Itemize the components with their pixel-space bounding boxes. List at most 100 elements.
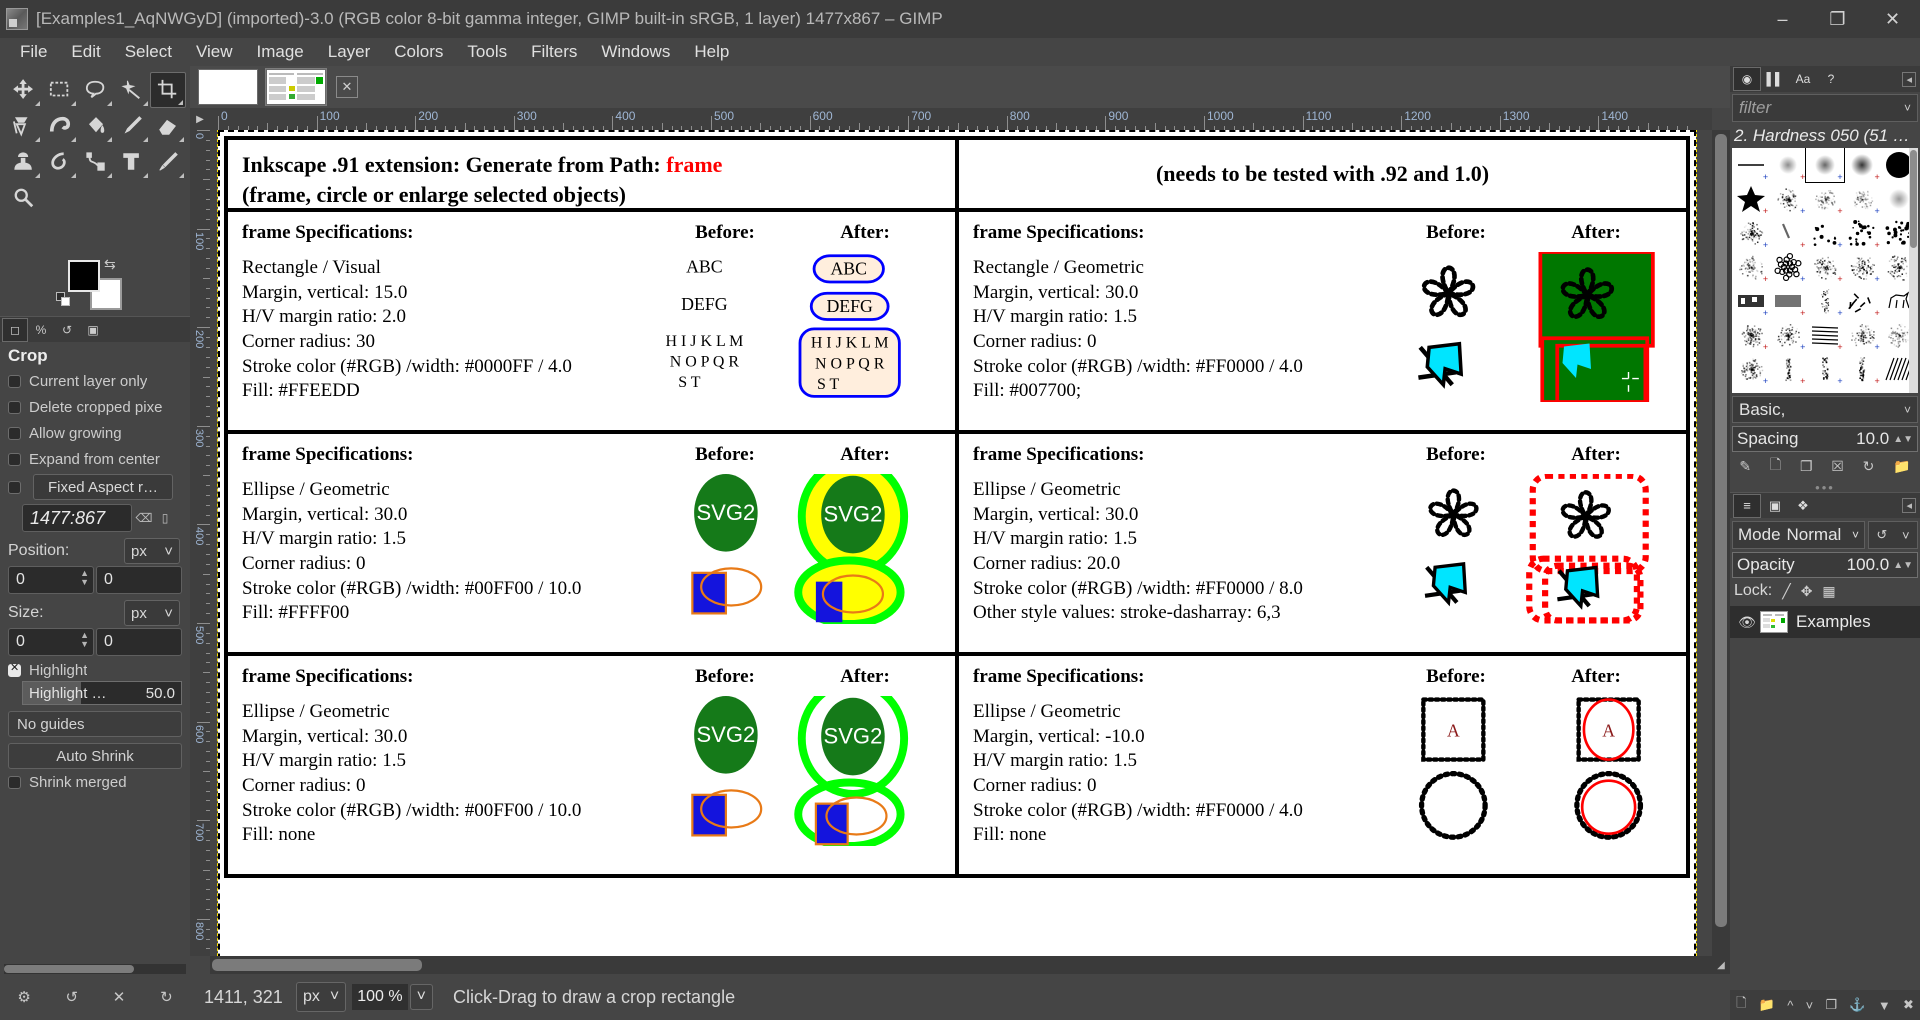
patterns-tab[interactable]: ▌▌ [1761, 67, 1789, 91]
highlight-opacity-slider[interactable]: Highlight … 50.0 [22, 681, 182, 705]
stepper-icon[interactable]: ▲▼ [80, 631, 89, 649]
close-image-tab-button[interactable]: ✕ [336, 76, 358, 98]
lock-pixels-icon[interactable]: ╱ [1782, 583, 1790, 600]
layer-mode-reset-button[interactable]: ↺ ˅ [1868, 521, 1918, 549]
brush-item[interactable]: + [1806, 318, 1843, 352]
new-layer-group-icon[interactable]: 📁 [1759, 997, 1775, 1013]
brush-item[interactable]: + [1844, 250, 1881, 284]
image-canvas[interactable]: Inkscape .91 extension: Generate from Pa… [218, 130, 1696, 956]
position-y-input[interactable]: 0 [96, 566, 182, 594]
delete-layer-icon[interactable]: ✖ [1903, 997, 1914, 1013]
brush-item[interactable]: + [1769, 182, 1806, 216]
reset-options-icon[interactable]: ↻ [160, 988, 173, 1006]
paths-tab[interactable]: ❖ [1789, 494, 1817, 518]
edit-brush-icon[interactable]: ✎ [1739, 458, 1751, 475]
close-button[interactable]: ✕ [1865, 0, 1920, 38]
position-unit-select[interactable]: px ˅ [124, 538, 180, 564]
crop-tool[interactable] [150, 72, 186, 108]
restore-options-icon[interactable]: ↺ [66, 988, 79, 1006]
brush-item[interactable]: + [1844, 216, 1881, 250]
zoom-tool[interactable] [6, 180, 42, 216]
brush-item[interactable]: + [1806, 250, 1843, 284]
fuzzy-select-tool[interactable] [114, 72, 150, 108]
brush-item[interactable]: + [1769, 284, 1806, 318]
layer-list-item[interactable]: 👁 Examples [1730, 606, 1920, 638]
clone-tool[interactable] [6, 144, 42, 180]
canvas-vertical-scrollbar[interactable] [1712, 130, 1730, 956]
text-tool[interactable] [114, 144, 150, 180]
new-layer-icon[interactable]: 🗋 [1736, 994, 1746, 1016]
brush-grid[interactable]: +++++++++++++++++++++++++++++++++++ [1732, 148, 1918, 393]
brush-item[interactable]: + [1844, 182, 1881, 216]
checkbox[interactable] [8, 453, 21, 466]
menu-item-select[interactable]: Select [113, 40, 184, 64]
brush-item[interactable]: + [1806, 148, 1843, 182]
brush-item[interactable]: + [1769, 148, 1806, 182]
option-expand-from-center[interactable]: Expand from center [0, 446, 190, 472]
brush-item[interactable]: + [1769, 250, 1806, 284]
merge-layer-icon[interactable]: ▼ [1878, 998, 1891, 1013]
brush-tag-select[interactable]: Basic, ˅ [1732, 396, 1918, 423]
menu-item-file[interactable]: File [8, 40, 59, 64]
unified-transform-tool[interactable] [6, 108, 42, 144]
dock-drag-handle[interactable]: ••• [1730, 480, 1920, 492]
brush-item[interactable]: + [1769, 352, 1806, 386]
position-x-input[interactable]: 0 ▲ ▼ [8, 566, 94, 594]
move-tool[interactable] [6, 72, 42, 108]
menu-item-image[interactable]: Image [245, 40, 316, 64]
channels-tab[interactable]: ▣ [1761, 494, 1789, 518]
paintbrush-tool[interactable] [114, 108, 150, 144]
lock-position-icon[interactable]: ✥ [1801, 583, 1813, 600]
option-fixed-aspect-ratio[interactable]: Fixed Aspect r… [0, 474, 190, 500]
chevron-down-icon[interactable]: ˅ [410, 984, 433, 1010]
menu-item-filters[interactable]: Filters [519, 40, 589, 64]
brush-item[interactable]: + [1844, 284, 1881, 318]
delete-options-icon[interactable]: ✕ [113, 988, 126, 1006]
option-highlight[interactable]: Highlight [0, 656, 190, 679]
free-select-tool[interactable] [78, 72, 114, 108]
duplicate-layer-icon[interactable]: ❐ [1825, 997, 1837, 1013]
option-current-layer-only[interactable]: Current layer only [0, 368, 190, 394]
aspect-ratio-input[interactable]: 1477:867 [22, 504, 132, 532]
brush-item[interactable]: + [1732, 284, 1769, 318]
tab-undo-history[interactable]: ↺ [54, 318, 80, 342]
delete-brush-icon[interactable]: ☒ [1831, 458, 1844, 475]
fonts-tab[interactable]: Aa [1789, 67, 1817, 91]
new-brush-icon[interactable]: 🗋 [1770, 454, 1781, 478]
checkbox[interactable] [8, 664, 21, 677]
checkbox[interactable] [8, 481, 21, 494]
unit-select[interactable]: px ˅ [296, 982, 346, 1012]
auto-shrink-button[interactable]: Auto Shrink [8, 743, 182, 769]
portrait-orientation-icon[interactable]: ▯ [156, 505, 174, 531]
stepper-icon[interactable]: ▲▼ [1893, 560, 1913, 571]
brush-item[interactable]: + [1732, 318, 1769, 352]
checkbox[interactable] [8, 401, 21, 414]
stepper-icon[interactable]: ▲▼ [1893, 434, 1913, 445]
path-tool[interactable] [78, 144, 114, 180]
brush-item[interactable]: + [1732, 216, 1769, 250]
brush-item[interactable]: + [1732, 182, 1769, 216]
brush-item[interactable]: + [1806, 284, 1843, 318]
tab-images[interactable]: ▣ [80, 318, 106, 342]
brush-item[interactable]: + [1769, 318, 1806, 352]
ruler-origin-button[interactable]: ▶ [190, 108, 210, 130]
layer-visibility-icon[interactable]: 👁 [1734, 614, 1760, 631]
brush-grid-scrollbar[interactable] [1909, 148, 1918, 393]
smudge-tool[interactable] [42, 144, 78, 180]
navigation-preview-button[interactable]: ◢ [1712, 956, 1730, 974]
minimize-button[interactable]: – [1755, 0, 1810, 38]
brush-item[interactable]: + [1732, 250, 1769, 284]
brush-item[interactable]: + [1844, 352, 1881, 386]
tab-tool-options[interactable]: ◻ [2, 318, 28, 342]
rectangle-select-tool[interactable] [42, 72, 78, 108]
brush-filter-input[interactable]: filter ˅ [1732, 94, 1918, 122]
tool-options-scrollbar[interactable] [4, 964, 186, 974]
zoom-value[interactable]: 100 % [352, 984, 407, 1010]
menu-item-help[interactable]: Help [682, 40, 741, 64]
layer-opacity-slider[interactable]: Opacity 100.0 ▲▼ [1732, 552, 1918, 578]
save-options-icon[interactable]: ⚙ [17, 988, 30, 1006]
swap-colors-icon[interactable]: ⇆ [104, 256, 116, 273]
size-width-input[interactable]: 0 ▲ ▼ [8, 628, 94, 656]
menu-item-view[interactable]: View [184, 40, 245, 64]
size-unit-select[interactable]: px ˅ [124, 600, 180, 626]
